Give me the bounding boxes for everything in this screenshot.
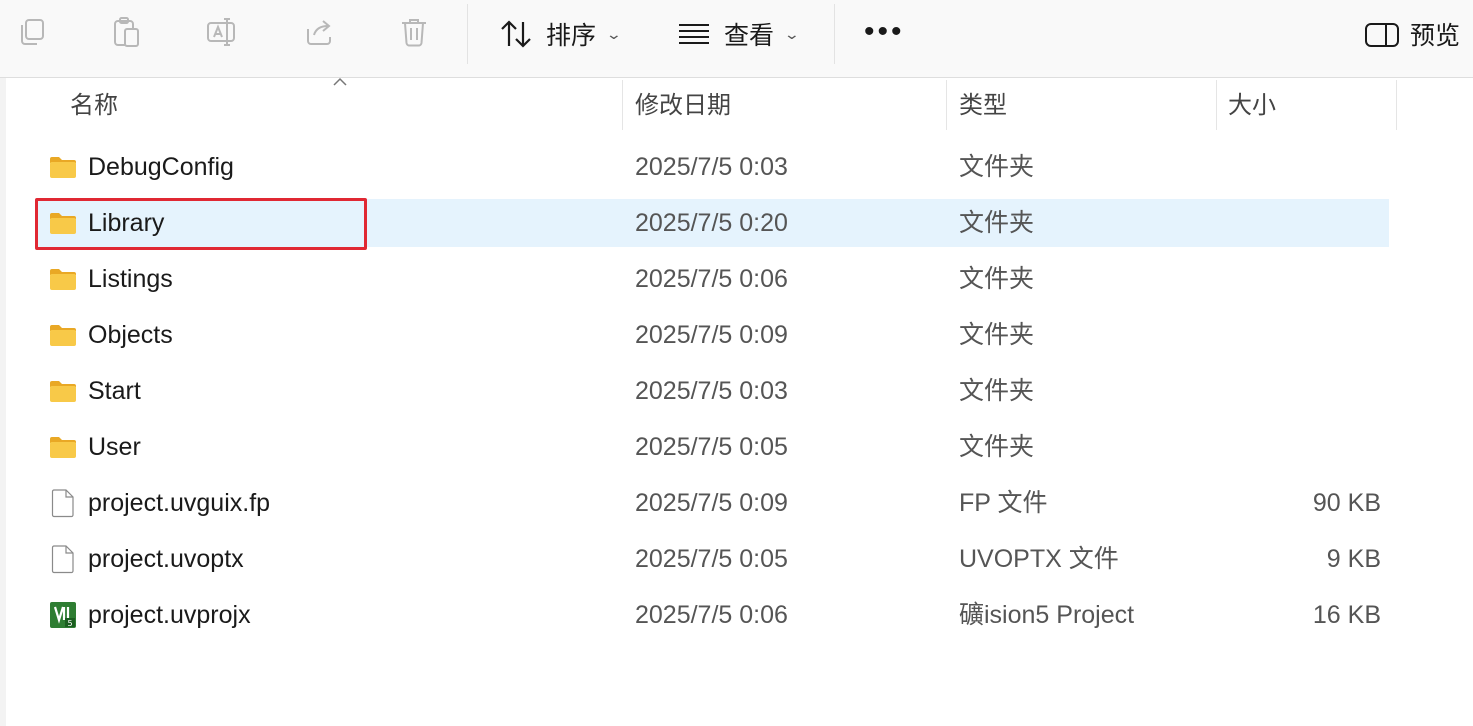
folder-icon: [50, 269, 76, 290]
column-header-type[interactable]: 类型: [959, 88, 1007, 124]
more-options-button[interactable]: •••: [864, 17, 905, 47]
file-type: 文件夹: [959, 153, 1035, 181]
column-divider[interactable]: [1396, 80, 1397, 130]
paste-icon[interactable]: [108, 14, 144, 50]
list-item[interactable]: project.uvguix.fp 2025/7/5 0:09 FP 文件 90…: [36, 479, 1389, 527]
file-name: project.uvprojx: [88, 601, 251, 629]
file-name: project.uvoptx: [88, 545, 244, 573]
list-item[interactable]: Listings 2025/7/5 0:06 文件夹: [36, 255, 1389, 303]
file-icon: [51, 489, 74, 518]
preview-pane-button[interactable]: 预览: [1364, 12, 1460, 56]
view-label: 查看: [724, 22, 775, 50]
list-item[interactable]: Start 2025/7/5 0:03 文件夹: [36, 367, 1389, 415]
file-size: 16 KB: [1312, 601, 1381, 629]
file-name: project.uvguix.fp: [88, 489, 271, 517]
sort-label: 排序: [546, 22, 597, 50]
navigation-pane-edge: [0, 78, 6, 726]
column-divider[interactable]: [1216, 80, 1217, 130]
toolbar-separator: [467, 4, 468, 64]
file-name: User: [88, 433, 141, 461]
file-type: 文件夹: [959, 321, 1035, 349]
keil-project-icon: 5: [50, 602, 76, 628]
file-type: UVOPTX 文件: [959, 545, 1119, 573]
file-type: 文件夹: [959, 209, 1035, 237]
file-type: 礦ision5 Project: [959, 601, 1135, 629]
list-item[interactable]: DebugConfig 2025/7/5 0:03 文件夹: [36, 143, 1389, 191]
chevron-down-icon: ⌄: [783, 25, 801, 42]
file-date: 2025/7/5 0:05: [635, 433, 788, 461]
file-date: 2025/7/5 0:05: [635, 545, 788, 573]
column-header-size[interactable]: 大小: [1228, 88, 1276, 124]
file-name: DebugConfig: [88, 153, 234, 181]
view-button[interactable]: 查看 ⌄: [676, 12, 801, 56]
file-size: 9 KB: [1326, 545, 1381, 573]
file-type: 文件夹: [959, 377, 1035, 405]
toolbar-separator: [834, 4, 835, 64]
column-header-date[interactable]: 修改日期: [635, 88, 731, 124]
file-size: 90 KB: [1312, 489, 1381, 517]
list-item[interactable]: 5 project.uvprojx 2025/7/5 0:06 礦ision5 …: [36, 591, 1389, 639]
column-header-name[interactable]: 名称: [70, 88, 118, 124]
file-icon: [51, 545, 74, 574]
column-divider[interactable]: [622, 80, 623, 130]
file-date: 2025/7/5 0:09: [635, 321, 788, 349]
file-type: FP 文件: [959, 489, 1048, 517]
folder-icon: [50, 437, 76, 458]
delete-icon[interactable]: [396, 14, 432, 50]
file-date: 2025/7/5 0:09: [635, 489, 788, 517]
share-icon[interactable]: [301, 14, 337, 50]
file-date: 2025/7/5 0:20: [635, 209, 788, 237]
preview-label: 预览: [1410, 22, 1461, 50]
svg-text:5: 5: [67, 619, 72, 628]
preview-pane-icon: [1364, 16, 1400, 52]
file-date: 2025/7/5 0:06: [635, 601, 788, 629]
column-divider[interactable]: [946, 80, 947, 130]
file-date: 2025/7/5 0:03: [635, 153, 788, 181]
folder-icon: [50, 157, 76, 178]
chevron-down-icon: ⌄: [605, 25, 623, 42]
folder-icon: [50, 381, 76, 402]
file-date: 2025/7/5 0:06: [635, 265, 788, 293]
folder-icon: [50, 325, 76, 346]
rename-icon[interactable]: [204, 14, 240, 50]
file-name: Start: [88, 377, 141, 405]
file-name: Listings: [88, 265, 173, 293]
list-item[interactable]: project.uvoptx 2025/7/5 0:05 UVOPTX 文件 9…: [36, 535, 1389, 583]
sort-icon: [498, 16, 534, 52]
file-date: 2025/7/5 0:03: [635, 377, 788, 405]
list-item[interactable]: User 2025/7/5 0:05 文件夹: [36, 423, 1389, 471]
file-name: Objects: [88, 321, 173, 349]
sort-ascending-icon: [333, 77, 347, 86]
file-type: 文件夹: [959, 265, 1035, 293]
sort-button[interactable]: 排序 ⌄: [498, 12, 623, 56]
view-list-icon: [676, 16, 712, 52]
command-bar: 排序 ⌄ 查看 ⌄ ••• 预览: [0, 0, 1473, 78]
list-item[interactable]: Objects 2025/7/5 0:09 文件夹: [36, 311, 1389, 359]
copy-icon[interactable]: [14, 14, 50, 50]
highlight-annotation: [35, 198, 367, 250]
file-type: 文件夹: [959, 433, 1035, 461]
